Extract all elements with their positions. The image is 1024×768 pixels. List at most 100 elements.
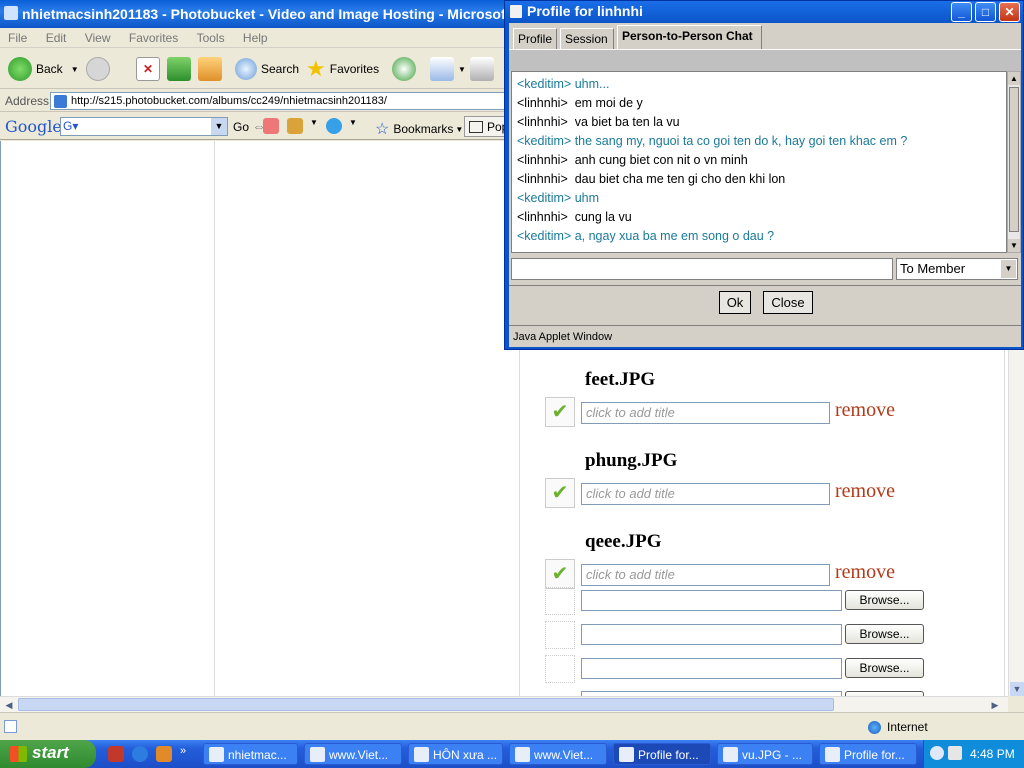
scroll-right-arrow-icon[interactable]: ▶ [988, 698, 1002, 712]
back-dropdown-icon[interactable]: ▼ [71, 65, 79, 74]
google-go-button[interactable]: Go [233, 120, 249, 134]
window-icon [723, 747, 738, 762]
google-dropdown-icon[interactable]: ▼ [211, 118, 227, 135]
translate-dropdown-icon[interactable]: ▼ [349, 118, 357, 127]
scroll-left-arrow-icon[interactable]: ◀ [2, 698, 16, 712]
chat-message-input[interactable] [511, 258, 893, 280]
chat-line: <linhnhi> va biet ba ten la vu [517, 115, 680, 129]
java-icon [510, 5, 522, 18]
bookmarks-button[interactable]: ☆ Bookmarks ▼ [375, 119, 463, 139]
forward-button[interactable] [86, 56, 114, 82]
maximize-icon[interactable]: □ [975, 2, 996, 22]
upload-row: Browse... [545, 587, 945, 615]
mail-dropdown-icon[interactable]: ▼ [458, 65, 466, 74]
menu-favorites[interactable]: Favorites [121, 28, 185, 45]
search-icon [235, 58, 257, 80]
menu-edit[interactable]: Edit [38, 28, 74, 45]
tray-app-icon[interactable] [948, 746, 962, 760]
bookmarks-dropdown-icon: ▼ [455, 124, 464, 134]
file-path-input[interactable] [581, 624, 842, 645]
remove-link[interactable]: remove [835, 561, 895, 584]
taskbar-item[interactable]: nhietmac... [203, 743, 298, 765]
back-button[interactable]: Back ▼ [8, 56, 79, 82]
spellcheck-icon[interactable] [287, 118, 303, 134]
scroll-down-arrow-icon[interactable]: ▼ [1008, 239, 1020, 252]
menu-file[interactable]: File [0, 28, 34, 45]
popup-body: Profile Session Person-to-Person Chat <k… [509, 23, 1021, 347]
bookmark-star-icon: ☆ [375, 121, 390, 138]
google-logo: Google [5, 117, 62, 136]
history-button[interactable] [392, 56, 420, 82]
print-button[interactable] [470, 56, 498, 82]
taskbar-item[interactable]: www.Viet... [509, 743, 607, 765]
recipient-select[interactable]: To Member ▼ [896, 258, 1018, 280]
favorites-button[interactable]: ★ Favorites [306, 56, 379, 82]
remove-link[interactable]: remove [835, 480, 895, 503]
tab-session[interactable]: Session [560, 28, 614, 49]
spellcheck-dropdown-icon[interactable]: ▼ [310, 118, 318, 127]
upload-placeholder [545, 655, 575, 683]
taskbar-item-active[interactable]: Profile for... [613, 743, 711, 765]
taskbar-item[interactable]: Profile for... [819, 743, 917, 765]
file-name: phung.JPG [585, 450, 678, 471]
start-button[interactable]: start [0, 740, 96, 768]
chat-line: <keditim> uhm... [517, 77, 610, 91]
refresh-button[interactable] [167, 56, 195, 82]
minimize-icon[interactable]: _ [951, 2, 972, 22]
horizontal-scroll-thumb[interactable] [18, 698, 834, 711]
divider [509, 285, 1021, 286]
mail-button[interactable]: ▼ [430, 56, 466, 82]
file-name: feet.JPG [585, 369, 656, 390]
star-icon: ★ [306, 56, 326, 81]
google-search-input[interactable]: G▾ ▼ [60, 117, 228, 136]
translate-icon[interactable] [326, 118, 342, 134]
stop-button[interactable]: ✕ [136, 56, 164, 82]
chat-scroll-thumb[interactable] [1009, 87, 1019, 232]
mail-icon [430, 57, 454, 81]
chat-scrollbar[interactable]: ▲ ▼ [1007, 71, 1021, 253]
page-icon [54, 95, 67, 108]
menu-view[interactable]: View [77, 28, 118, 45]
browse-button[interactable]: Browse... [845, 658, 924, 678]
remove-link[interactable]: remove [835, 399, 895, 422]
taskbar-item[interactable]: vu.JPG - ... [717, 743, 813, 765]
title-input[interactable]: click to add title [581, 483, 830, 505]
browse-button[interactable]: Browse... [845, 590, 924, 610]
close-icon[interactable]: ✕ [999, 2, 1020, 22]
scroll-down-arrow-icon[interactable]: ▼ [1010, 682, 1024, 696]
page-horizontal-scrollbar[interactable]: ◀ ▶ [0, 696, 1008, 712]
title-input[interactable]: click to add title [581, 564, 830, 586]
start-label: start [32, 743, 69, 762]
tab-person-to-person-chat[interactable]: Person-to-Person Chat [617, 25, 762, 50]
quicklaunch-icon[interactable] [108, 746, 124, 762]
chevron-down-icon[interactable]: ▼ [1001, 260, 1016, 278]
tray-expand-icon[interactable] [930, 746, 944, 760]
quicklaunch-more-icon[interactable]: » [180, 745, 186, 757]
favorites-label: Favorites [329, 62, 380, 76]
address-label: Address [5, 94, 50, 108]
popup-blocker-icon [469, 121, 483, 133]
status-bar: Internet [0, 712, 1024, 740]
popup-titlebar: Profile for linhnhi _ □ ✕ [505, 1, 1023, 23]
file-path-input[interactable] [581, 590, 842, 611]
home-button[interactable] [198, 56, 226, 82]
menu-tools[interactable]: Tools [189, 28, 232, 45]
close-button[interactable]: Close [763, 291, 813, 314]
file-name: qeee.JPG [585, 531, 662, 552]
ie-quicklaunch-icon[interactable] [132, 746, 148, 762]
clock[interactable]: 4:48 PM [970, 747, 1015, 761]
search-button[interactable]: Search [235, 56, 299, 82]
tab-profile[interactable]: Profile [513, 28, 557, 49]
quicklaunch-icon[interactable] [156, 746, 172, 762]
chat-line: <keditim> a, ngay xua ba me em song o da… [517, 229, 775, 243]
file-path-input[interactable] [581, 658, 842, 679]
ok-button[interactable]: Ok [719, 291, 751, 314]
menu-help[interactable]: Help [235, 28, 275, 45]
address-input[interactable]: http://s215.photobucket.com/albums/cc249… [50, 92, 520, 110]
pagerank-icon[interactable] [263, 118, 279, 134]
title-input[interactable]: click to add title [581, 402, 830, 424]
taskbar-item[interactable]: www.Viet... [304, 743, 402, 765]
browse-button[interactable]: Browse... [845, 624, 924, 644]
taskbar-item[interactable]: HÔN xưa ... [408, 743, 503, 765]
scroll-up-arrow-icon[interactable]: ▲ [1008, 72, 1020, 85]
